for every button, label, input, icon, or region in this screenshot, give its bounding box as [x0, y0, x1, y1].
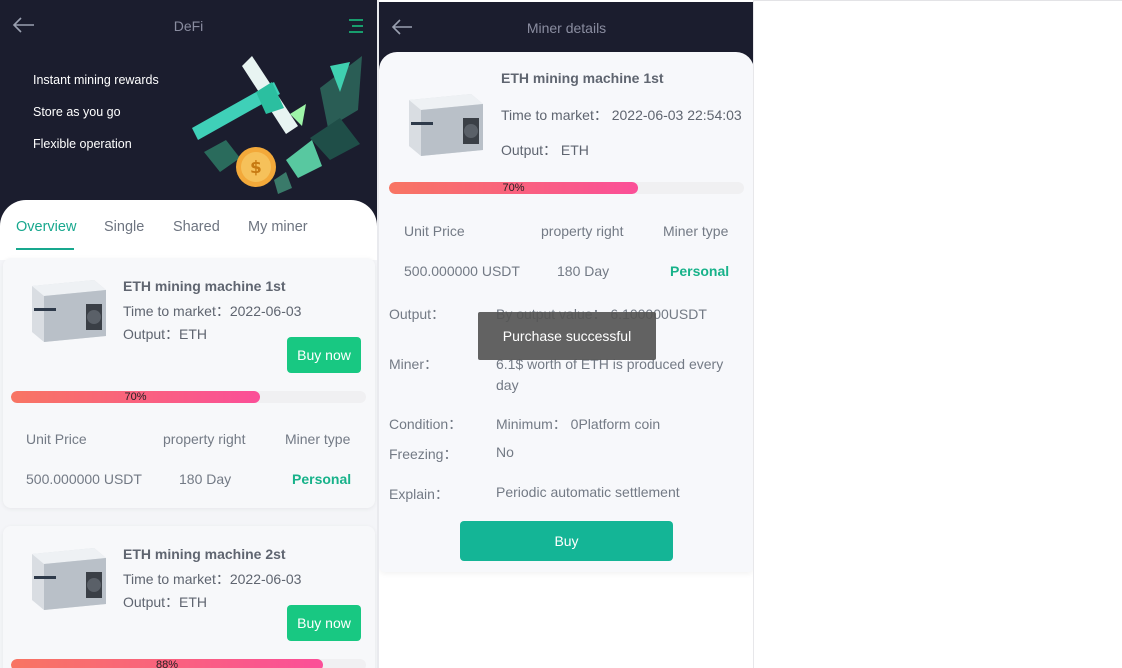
purchase-toast: Purchase successful: [478, 312, 656, 360]
time-to-market: Time to market： 2022-06-03 22:54:03: [501, 107, 742, 123]
output-line: Output： ETH: [501, 142, 589, 158]
miner-type-value: Personal: [292, 471, 352, 487]
unit-price-label: Unit Price: [26, 431, 87, 447]
miner-card[interactable]: ETH mining machine 2st Time to market：20…: [3, 526, 375, 668]
progress-bar: 70%: [389, 182, 744, 194]
page-title: Miner details: [526, 20, 607, 36]
detail-freezing-value: No: [496, 444, 514, 460]
time-label: Time to market：: [123, 303, 230, 319]
detail-condition-label: Condition：: [389, 416, 463, 432]
output-line: Output：ETH: [123, 592, 207, 612]
feature-item: Flexible operation: [33, 137, 132, 151]
miner-device-icon: [32, 548, 106, 610]
output-value: ETH: [179, 594, 208, 610]
miner-card[interactable]: ETH mining machine 1st Time to market：20…: [3, 258, 375, 508]
buy-button[interactable]: Buy: [460, 521, 673, 561]
tab-overview[interactable]: Overview: [16, 219, 76, 235]
unit-price-value: 500.000000 USDT: [404, 263, 520, 279]
time-to-market: Time to market：2022-06-03: [123, 569, 301, 589]
progress-label: 70%: [124, 391, 147, 403]
miner-type-value: Personal: [670, 263, 730, 279]
miner-title: ETH mining machine 1st: [123, 278, 286, 294]
progress-bar: 70%: [11, 391, 366, 403]
detail-miner-value: 6.1$ worth of ETH is produced every day: [496, 356, 724, 393]
time-value: 2022-06-03: [229, 303, 302, 319]
buy-now-button[interactable]: Buy now: [287, 337, 361, 373]
detail-explain-label: Explain：: [389, 486, 449, 502]
miner-title: ETH mining machine 2st: [123, 546, 286, 562]
time-label: Time to market：: [123, 571, 230, 587]
property-right-label: property right: [163, 431, 246, 447]
time-to-market: Time to market：2022-06-03: [123, 301, 301, 321]
property-right-value: 180 Day: [179, 471, 232, 487]
mining-illustration: $: [192, 56, 362, 194]
unit-price-label: Unit Price: [404, 223, 465, 239]
unit-price-value: 500.000000 USDT: [26, 471, 142, 487]
miner-device-icon: [409, 94, 483, 156]
progress-label: 88%: [155, 659, 179, 668]
output-line: Output：ETH: [123, 324, 207, 344]
feature-item: Instant mining rewards: [33, 73, 159, 87]
progress-label: 70%: [502, 182, 525, 194]
page-title: DeFi: [173, 18, 204, 34]
svg-text:$: $: [250, 158, 262, 178]
detail-explain-value: Periodic automatic settlement: [496, 484, 680, 500]
buy-now-button[interactable]: Buy now: [287, 605, 361, 641]
tab-shared[interactable]: Shared: [173, 219, 220, 235]
progress-bar: 88%: [11, 659, 366, 668]
output-label: Output：: [123, 326, 180, 342]
property-right-value: 180 Day: [557, 263, 610, 279]
property-right-label: property right: [541, 223, 624, 239]
detail-condition-value: Minimum： 0Platform coin: [496, 416, 661, 432]
tab-my-miner[interactable]: My miner: [248, 219, 308, 235]
tab-single[interactable]: Single: [104, 219, 144, 235]
time-value: 2022-06-03: [229, 571, 302, 587]
miner-title: ETH mining machine 1st: [501, 70, 664, 86]
miner-details-screen: Miner details ETH mining machine 1st Tim…: [379, 0, 754, 668]
feature-item: Store as you go: [33, 105, 121, 119]
detail-output-label: Output：: [389, 306, 446, 322]
miner-type-label: Miner type: [285, 431, 351, 447]
output-value: ETH: [179, 326, 208, 342]
top-border: [754, 0, 1122, 1]
output-label: Output：: [123, 594, 180, 610]
tab-active-indicator: [16, 248, 74, 250]
miner-device-icon: [32, 280, 106, 342]
detail-freezing-label: Freezing：: [389, 446, 458, 462]
miner-type-label: Miner type: [663, 223, 729, 239]
menu-icon[interactable]: [348, 18, 364, 34]
defi-screen: DeFi Instant mining rewards Store as you…: [0, 0, 377, 668]
detail-miner-label: Miner：: [389, 356, 439, 372]
